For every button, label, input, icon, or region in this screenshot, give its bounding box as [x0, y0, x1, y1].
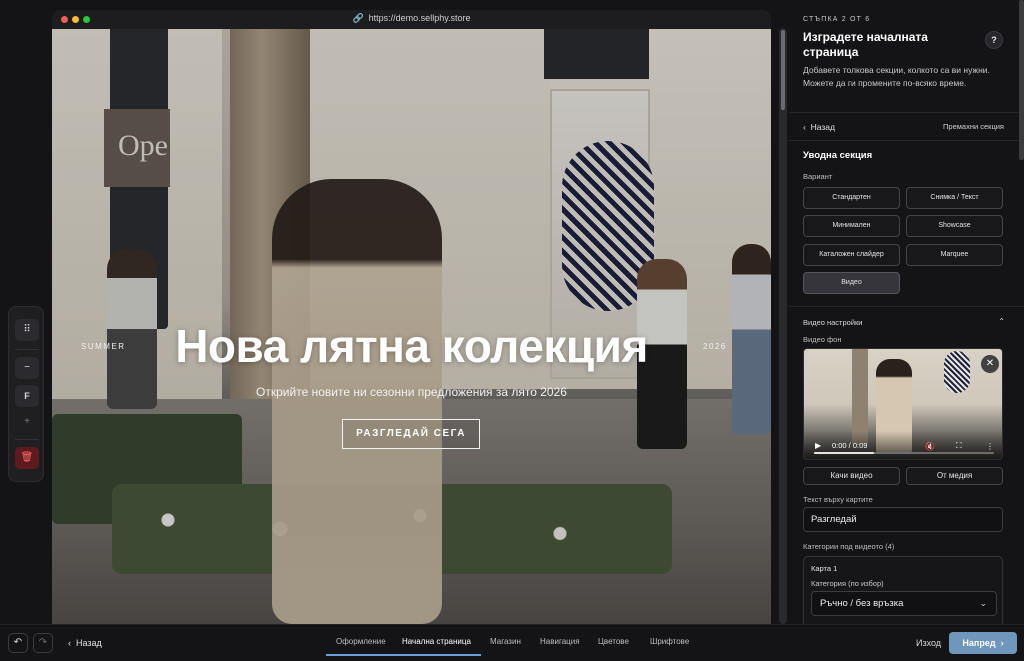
- video-progress-fill: [814, 452, 874, 454]
- delete-section-button[interactable]: 🗑: [15, 447, 39, 469]
- preview-scrollbar-thumb[interactable]: [781, 30, 785, 110]
- browser-bar: 🔗 https://demo.sellphy.store: [52, 10, 771, 29]
- panel-divider: [789, 306, 1024, 307]
- format-button[interactable]: F: [15, 385, 39, 407]
- section-toolbar: ⠿ − F + 🗑: [8, 306, 44, 482]
- chevron-down-icon: ⌄: [979, 598, 987, 608]
- chevron-right-icon: ›: [1000, 638, 1004, 648]
- video-thumb-logo: [944, 351, 970, 393]
- play-icon[interactable]: ▶: [815, 441, 821, 450]
- bottom-back-label: Назад: [76, 638, 102, 648]
- tab-navigation[interactable]: Навигация: [540, 637, 580, 646]
- variant-label: Вариант: [803, 172, 833, 181]
- settings-panel: СТЪПКА 2 ОТ 6 Изградете началната страни…: [789, 0, 1024, 624]
- remove-section-link[interactable]: Премахни секция: [943, 122, 1004, 131]
- variant-marquee-button[interactable]: Marquee: [906, 244, 1003, 266]
- card-category-select[interactable]: Ръчно / без връзка ⌄: [811, 591, 997, 616]
- variant-minimal-button[interactable]: Минимален: [803, 215, 900, 237]
- move-up-button[interactable]: −: [15, 357, 39, 379]
- variant-showcase-button[interactable]: Showcase: [906, 215, 1003, 237]
- panel-divider: [789, 112, 1024, 113]
- video-settings-toggle[interactable]: Видео настройки ⌃: [803, 317, 1005, 327]
- tab-shop[interactable]: Магазин: [490, 637, 521, 646]
- panel-description: Добавете толкова секции, колкото са ви н…: [803, 65, 990, 88]
- video-thumb-trunk: [852, 349, 868, 444]
- help-button[interactable]: ?: [985, 31, 1003, 49]
- tab-fonts[interactable]: Шрифтове: [650, 637, 689, 646]
- panel-divider: [789, 140, 1024, 141]
- url-text: https://demo.sellphy.store: [368, 13, 471, 23]
- card-category-value: Ръчно / без връзка: [820, 598, 904, 609]
- variant-catalog-slider-button[interactable]: Каталожен слайдер: [803, 244, 900, 266]
- panel-scrollbar[interactable]: [1019, 0, 1024, 160]
- active-tab-underline: [326, 654, 481, 656]
- category-card: Карта 1 Категория (по избор) Ръчно / без…: [803, 556, 1003, 624]
- redo-icon[interactable]: ↷: [33, 633, 53, 653]
- exit-button[interactable]: Изход: [916, 638, 941, 648]
- card-title: Карта 1: [811, 564, 838, 573]
- hero-subtitle: Открийте новите ни сезонни предложения з…: [256, 385, 567, 399]
- next-label: Напред: [962, 638, 996, 648]
- video-bg-label: Видео фон: [803, 335, 842, 344]
- video-controls: ▶ 0:00 / 0:09 🔇 ⛶ ⋮: [804, 431, 1002, 459]
- upload-video-button[interactable]: Качи видео: [803, 467, 900, 485]
- link-icon: 🔗: [352, 13, 364, 23]
- url-bar: 🔗 https://demo.sellphy.store: [52, 13, 771, 24]
- chevron-left-icon: ‹: [803, 122, 806, 132]
- toolbar-divider: [15, 439, 39, 440]
- undo-icon[interactable]: ↶: [8, 633, 28, 653]
- button-text-input[interactable]: Разгледай: [803, 507, 1003, 532]
- video-settings-label: Видео настройки: [803, 318, 863, 327]
- chevron-left-icon: ‹: [68, 638, 71, 648]
- tab-layout[interactable]: Оформление: [336, 637, 386, 646]
- add-section-button[interactable]: +: [15, 411, 39, 433]
- fullscreen-icon[interactable]: ⛶: [956, 441, 962, 451]
- store-preview: 🔗 https://demo.sellphy.store Ope SUMMER 2…: [52, 10, 771, 624]
- bottom-back-button[interactable]: ‹ Назад: [68, 638, 102, 648]
- more-options-icon[interactable]: ⋮: [986, 442, 994, 451]
- hero-cta-button[interactable]: РАЗГЛЕДАЙ СЕГА: [342, 419, 480, 449]
- categories-label: Категории под видеото (4): [803, 542, 895, 551]
- section-title: Уводна секция: [803, 150, 873, 161]
- mute-icon[interactable]: 🔇: [925, 442, 935, 451]
- hero-title: Нова лятна колекция: [175, 320, 648, 372]
- variant-standard-button[interactable]: Стандартен: [803, 187, 900, 209]
- bottom-bar: ↶ ↷ ‹ Назад Оформление Начална страница …: [0, 624, 1024, 661]
- video-time: 0:00 / 0:09: [832, 441, 868, 450]
- drag-handle-icon[interactable]: ⠿: [15, 319, 39, 341]
- chevron-up-icon: ⌃: [998, 317, 1005, 326]
- app-root: 🔗 https://demo.sellphy.store Ope SUMMER 2…: [0, 0, 1024, 661]
- toolbar-divider: [15, 349, 39, 350]
- button-text-label: Текст върху картите: [803, 495, 873, 504]
- panel-back-label: Назад: [810, 122, 835, 132]
- variant-image-text-button[interactable]: Снимка / Текст: [906, 187, 1003, 209]
- remove-video-icon[interactable]: ✕: [981, 355, 999, 373]
- video-player[interactable]: ✕ ▶ 0:00 / 0:09 🔇 ⛶ ⋮: [803, 348, 1003, 460]
- tab-home-page[interactable]: Начална страница: [402, 637, 471, 646]
- from-media-button[interactable]: От медия: [906, 467, 1003, 485]
- preview-scrollbar[interactable]: [779, 28, 787, 624]
- panel-back-link[interactable]: ‹ Назад: [803, 122, 835, 132]
- panel-title: Изградете началната страница: [803, 30, 928, 59]
- tab-colors[interactable]: Цветове: [598, 637, 629, 646]
- hero-section[interactable]: Ope SUMMER 2026 Нова лятна колекция Откр…: [52, 29, 771, 624]
- next-button[interactable]: Напред ›: [949, 632, 1017, 654]
- card-category-label: Категория (по избор): [811, 579, 884, 588]
- variant-video-button[interactable]: Видео: [803, 272, 900, 294]
- step-indicator: СТЪПКА 2 ОТ 6: [803, 16, 871, 23]
